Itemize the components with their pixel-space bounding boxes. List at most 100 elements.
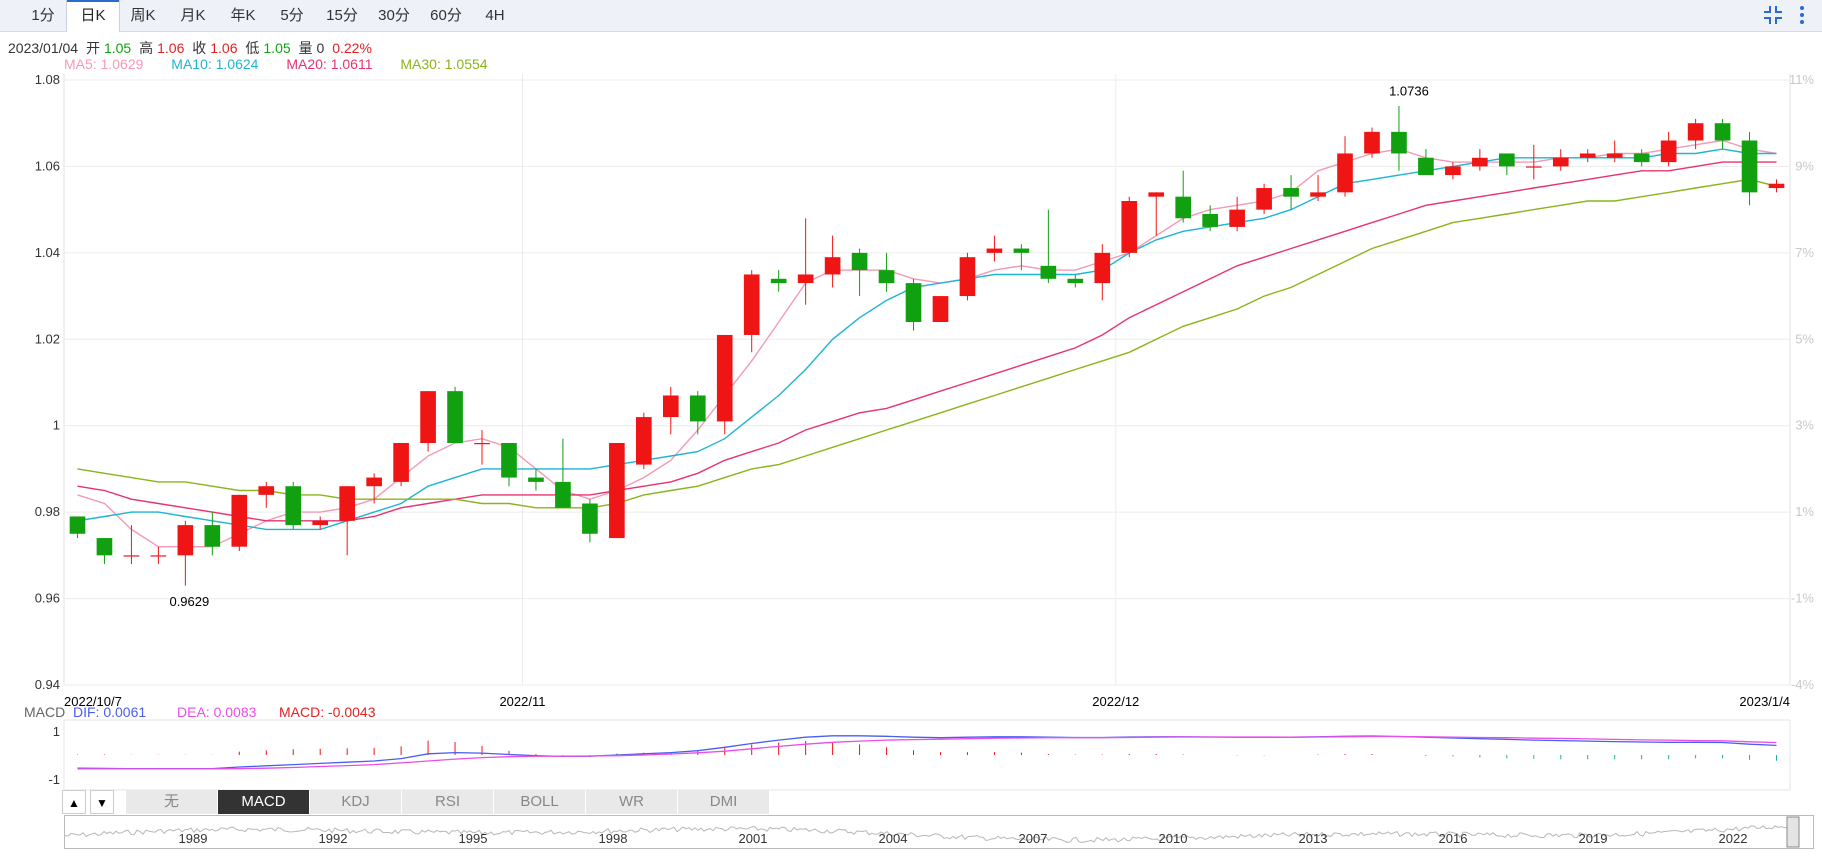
navigator-year-label: 1995 — [459, 831, 488, 846]
candle-body — [204, 525, 221, 547]
candle — [285, 481, 302, 530]
candle-body — [1445, 166, 1461, 176]
macd-macd-value: MACD: -0.0043 — [279, 704, 376, 720]
navigator-year-label: 2016 — [1439, 831, 1468, 846]
pct-tick-label: 9% — [1795, 158, 1814, 173]
navigator-year-label: 1998 — [599, 831, 628, 846]
navigator-year-label: 2004 — [879, 831, 908, 846]
navigator-year-label: 2019 — [1579, 831, 1608, 846]
candle-body — [689, 395, 706, 422]
candle — [1714, 118, 1731, 150]
kline-chart[interactable]: 1.08 11% 1.06 9% 1.04 7% 1.02 5% 1 3% 0.98 1% 0.96 -1… — [0, 0, 1822, 867]
indicator-tab-BOLL[interactable]: BOLL — [494, 790, 586, 814]
candle-body — [1067, 278, 1084, 284]
candle-body — [1337, 153, 1353, 193]
indicator-tab-MACD[interactable]: MACD — [218, 790, 310, 814]
candle — [1229, 196, 1245, 232]
candle — [1067, 274, 1084, 288]
navigator-year-label: 2001 — [739, 831, 768, 846]
candle-body — [959, 257, 976, 297]
candle-body — [231, 494, 248, 547]
candle-body — [609, 443, 625, 539]
pct-tick-label: 3% — [1795, 418, 1814, 433]
candle — [1552, 149, 1569, 171]
candle — [123, 525, 140, 564]
ma-line-ma30 — [77, 178, 1777, 509]
navigator-handle[interactable] — [1786, 816, 1800, 848]
candle — [959, 252, 976, 301]
y-tick-label: 0.94 — [35, 677, 60, 692]
candle-body — [905, 283, 922, 322]
candle — [1121, 196, 1138, 258]
candle — [96, 538, 113, 564]
candle-body — [1768, 183, 1785, 189]
candle-body — [582, 503, 598, 534]
candle-body — [878, 270, 895, 284]
indicator-tab-DMI[interactable]: DMI — [678, 790, 770, 814]
candle — [1040, 209, 1057, 284]
ma-line-ma20 — [77, 161, 1777, 522]
scroll-up-button[interactable]: ▲ — [62, 790, 86, 814]
candle-body — [932, 296, 949, 322]
indicator-tab-WR[interactable]: WR — [586, 790, 678, 814]
candle-body — [1579, 153, 1596, 158]
x-tick-label: 2022/11 — [499, 694, 545, 709]
candle-body — [1229, 209, 1245, 227]
candle-body — [743, 274, 760, 335]
pct-tick-label: 1% — [1795, 504, 1814, 519]
navigator-sparkline[interactable]: 1989 1992 1995 1998 2001 2004 2007 2010 2013 2016… — [64, 816, 1813, 848]
candle-body — [1687, 123, 1704, 141]
candle — [393, 443, 409, 487]
indicator-tab-RSI[interactable]: RSI — [402, 790, 494, 814]
x-tick-label: 2022/12 — [1092, 694, 1139, 709]
candle — [582, 499, 598, 543]
price-annotation: 0.9629 — [169, 594, 209, 609]
indicator-tab-KDJ[interactable]: KDJ — [310, 790, 402, 814]
pct-tick-label: -1% — [1791, 591, 1815, 606]
candle-body — [555, 481, 571, 508]
candle — [1364, 127, 1380, 158]
navigator-year-label: 2022 — [1719, 831, 1748, 846]
candle — [1310, 175, 1326, 201]
candle — [258, 481, 275, 508]
candle — [770, 270, 787, 292]
candle-body — [177, 525, 194, 556]
candle-body — [420, 391, 436, 443]
candle-body — [1040, 265, 1057, 279]
candle-body — [1364, 131, 1380, 154]
macd-dif-line — [77, 735, 1777, 770]
indicator-tab-无[interactable]: 无 — [126, 790, 218, 814]
candle-body — [636, 417, 652, 465]
range-navigator[interactable]: 1989 1992 1995 1998 2001 2004 2007 2010 2013 2016… — [64, 815, 1814, 849]
scroll-down-button[interactable]: ▼ — [90, 790, 114, 814]
candle-body — [312, 520, 329, 526]
candle — [1391, 105, 1407, 171]
candle — [878, 252, 895, 292]
candle-body — [96, 538, 113, 556]
candle — [150, 546, 167, 564]
candle — [1337, 136, 1353, 197]
candle — [501, 443, 517, 487]
candle — [1472, 149, 1488, 171]
candle — [339, 486, 355, 556]
candle — [905, 278, 922, 331]
y-tick-label: 1.04 — [35, 245, 60, 260]
candle — [69, 516, 86, 539]
pct-tick-label: 11% — [1789, 72, 1814, 87]
candle — [824, 235, 841, 288]
macd-y-tick: 1 — [53, 724, 60, 739]
candle-body — [716, 334, 733, 422]
candle-body — [1013, 248, 1030, 253]
candle-body — [1256, 188, 1272, 210]
candle-body — [1202, 213, 1218, 227]
candle — [1148, 192, 1165, 236]
candle — [1633, 149, 1650, 167]
candle-body — [285, 486, 302, 526]
price-annotation: 1.0736 — [1389, 84, 1429, 99]
candle-body — [1283, 188, 1299, 197]
candle — [1418, 149, 1434, 176]
candle — [420, 391, 436, 452]
candle-body — [1418, 157, 1434, 176]
y-tick-label: 1.08 — [35, 72, 60, 87]
candle-body — [1148, 192, 1165, 197]
